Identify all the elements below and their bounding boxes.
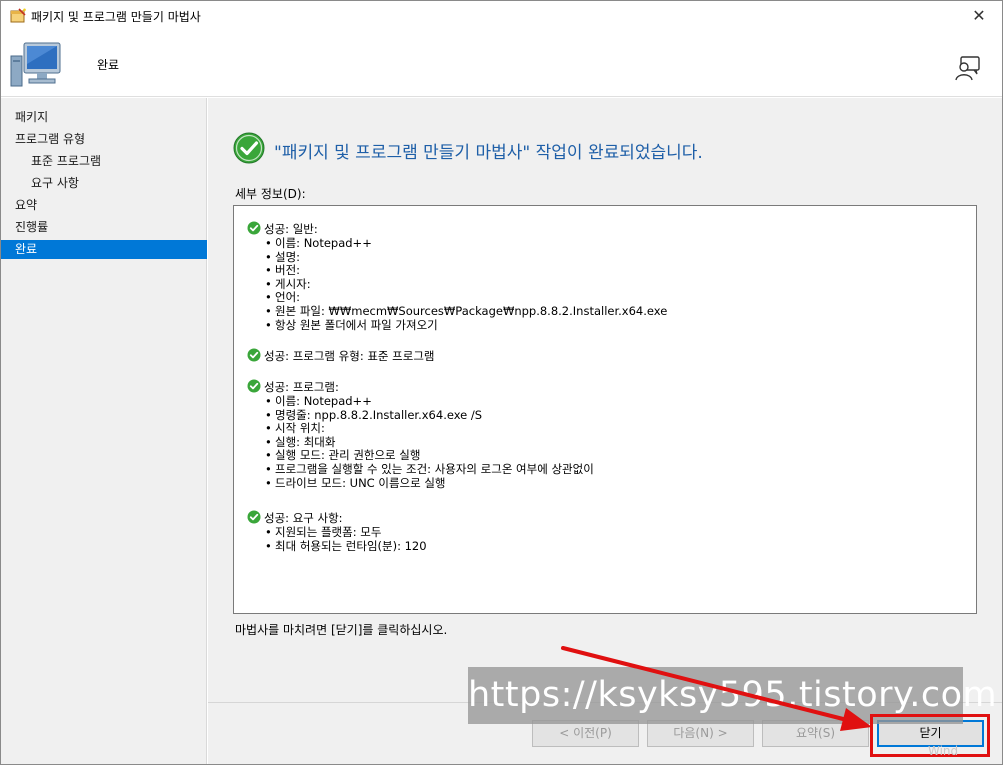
wizard-app-icon (10, 8, 26, 23)
sidebar-item-completion[interactable]: 완료 (1, 240, 207, 259)
success-check-icon (233, 132, 265, 164)
section-heading: 성공: 일반: (264, 222, 318, 236)
sidebar-item-requirements[interactable]: 요구 사항 (1, 174, 207, 193)
section-heading: 성공: 프로그램: (264, 380, 339, 394)
list-item: 드라이브 모드: UNC 이름으로 실행 (263, 476, 594, 491)
sidebar-item-progress[interactable]: 진행률 (1, 218, 207, 237)
window-title: 패키지 및 프로그램 만들기 마법사 (31, 10, 201, 24)
finish-instruction: 마법사를 마치려면 [닫기]를 클릭하십시오. (235, 623, 448, 637)
details-textbox[interactable]: 성공: 일반: 이름: Notepad++ 설명: 버전: 게시자: 언어: 원… (233, 205, 977, 614)
success-check-icon (247, 221, 261, 235)
list-item: 시작 위치: (263, 422, 594, 436)
list-item: 언어: (263, 291, 667, 305)
details-section-program-type: 성공: 프로그램 유형: 표준 프로그램 (247, 348, 435, 364)
list-item: 이름: Notepad++ (263, 394, 594, 409)
section-list: 지원되는 플랫폼: 모두 최대 허용되는 런타임(분): 120 (247, 525, 427, 554)
list-item: 지원되는 플랫폼: 모두 (263, 525, 427, 540)
section-heading: 성공: 프로그램 유형: 표준 프로그램 (264, 349, 435, 363)
list-item: 실행: 최대화 (263, 435, 594, 450)
previous-button[interactable]: < 이전(P) (532, 720, 639, 747)
title-bar: 패키지 및 프로그램 만들기 마법사 ✕ (1, 1, 1002, 31)
list-item: 설명: (263, 250, 667, 265)
sidebar-item-package[interactable]: 패키지 (1, 108, 207, 127)
section-list: 이름: Notepad++ 설명: 버전: 게시자: 언어: 원본 파일: ₩₩… (247, 236, 667, 333)
list-item: 명령줄: npp.8.8.2.Installer.x64.exe /S (263, 408, 594, 423)
next-button[interactable]: 다음(N) > (647, 720, 754, 747)
corner-watermark: Wind (928, 744, 959, 758)
summary-button[interactable]: 요약(S) (762, 720, 869, 747)
list-item: 프로그램을 실행할 수 있는 조건: 사용자의 로그온 여부에 상관없이 (263, 462, 594, 477)
header-title: 완료 (97, 58, 120, 72)
success-check-icon (247, 348, 261, 362)
list-item: 최대 허용되는 런타임(분): 120 (263, 539, 427, 554)
list-item: 이름: Notepad++ (263, 236, 667, 251)
list-item: 버전: (263, 264, 667, 278)
help-feedback-icon[interactable] (954, 55, 982, 81)
sidebar-item-summary[interactable]: 요약 (1, 196, 207, 215)
list-item: 게시자: (263, 277, 667, 292)
wizard-header: 완료 (1, 31, 1002, 97)
close-window-button[interactable]: ✕ (956, 1, 1002, 31)
wizard-window: 패키지 및 프로그램 만들기 마법사 ✕ 완료 패키지 프로그램 유형 표준 프… (0, 0, 1003, 765)
computer-icon (10, 42, 61, 87)
section-heading: 성공: 요구 사항: (264, 511, 343, 525)
completion-title: "패키지 및 프로그램 만들기 마법사" 작업이 완료되었습니다. (274, 143, 703, 163)
wizard-main-panel: "패키지 및 프로그램 만들기 마법사" 작업이 완료되었습니다. 세부 정보(… (208, 98, 1002, 764)
sidebar-item-program-type[interactable]: 프로그램 유형 (1, 130, 207, 149)
details-label: 세부 정보(D): (235, 187, 306, 201)
section-list: 이름: Notepad++ 명령줄: npp.8.8.2.Installer.x… (247, 394, 594, 491)
success-check-icon (247, 510, 261, 524)
list-item: 항상 원본 폴더에서 파일 가져오기 (263, 318, 667, 333)
close-icon: ✕ (972, 6, 986, 25)
details-section-general: 성공: 일반: 이름: Notepad++ 설명: 버전: 게시자: 언어: 원… (247, 221, 667, 332)
wizard-steps-sidebar: 패키지 프로그램 유형 표준 프로그램 요구 사항 요약 진행률 완료 (1, 98, 207, 764)
success-check-icon (247, 379, 261, 393)
sidebar-item-standard-program[interactable]: 표준 프로그램 (1, 152, 207, 171)
list-item: 원본 파일: ₩₩mecm₩Sources₩Package₩npp.8.8.2.… (263, 304, 667, 319)
details-section-program: 성공: 프로그램: 이름: Notepad++ 명령줄: npp.8.8.2.I… (247, 379, 594, 490)
list-item: 실행 모드: 관리 권한으로 실행 (263, 449, 594, 463)
details-section-requirements: 성공: 요구 사항: 지원되는 플랫폼: 모두 최대 허용되는 런타임(분): … (247, 510, 427, 553)
